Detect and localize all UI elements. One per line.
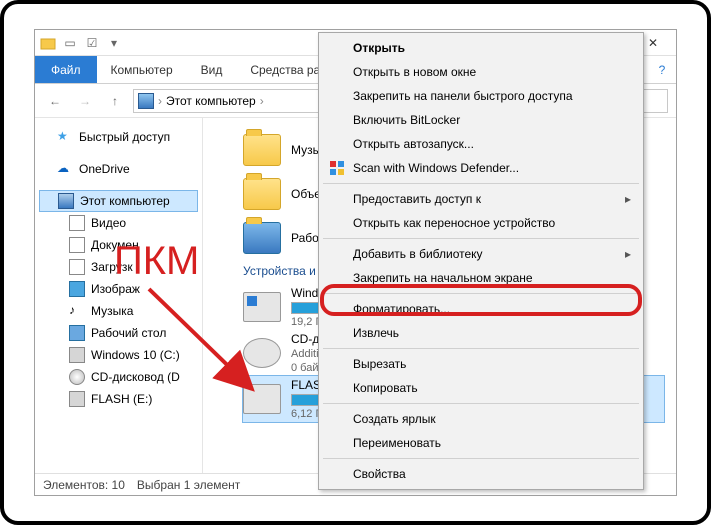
ctx-separator [323,293,639,294]
sidebar-item-onedrive[interactable]: ☁OneDrive [39,158,198,180]
folder-icon [243,134,281,166]
cd-icon [69,369,85,385]
ctx-share-access[interactable]: Предоставить доступ к▸ [321,187,641,211]
pc-icon [138,93,154,109]
cd-drive-icon [243,338,281,368]
video-icon [69,215,85,231]
ctx-format[interactable]: Форматировать... [321,297,641,321]
nav-back-button[interactable]: ← [43,89,67,113]
properties-icon[interactable]: ▭ [61,34,79,52]
sidebar-item-pictures[interactable]: Изображ [39,278,198,300]
flash-icon [69,391,85,407]
navigation-pane: ★Быстрый доступ ☁OneDrive Этот компьютер… [35,118,203,473]
shield-icon [329,160,345,176]
sidebar-item-windows-c[interactable]: Windows 10 (C:) [39,344,198,366]
desktop-folder-icon [243,222,281,254]
sidebar-item-cd-d[interactable]: CD-дисковод (D [39,366,198,388]
ctx-separator [323,458,639,459]
windows-drive-icon [243,292,281,322]
tab-computer[interactable]: Компьютер [97,56,187,83]
ctx-cut[interactable]: Вырезать [321,352,641,376]
star-icon: ★ [57,129,73,145]
ctx-pin-start[interactable]: Закрепить на начальном экране [321,266,641,290]
ctx-add-library[interactable]: Добавить в библиотеку▸ [321,242,641,266]
sidebar-item-video[interactable]: Видео [39,212,198,234]
nav-up-button[interactable]: ↑ [103,89,127,113]
document-icon [69,237,85,253]
picture-icon [69,281,85,297]
ctx-bitlocker[interactable]: Включить BitLocker [321,108,641,132]
pc-icon [58,193,74,209]
sidebar-item-documents[interactable]: Докумен [39,234,198,256]
submenu-arrow-icon: ▸ [625,192,631,206]
sidebar-item-flash-e[interactable]: FLASH (E:) [39,388,198,410]
context-menu: Открыть Открыть в новом окне Закрепить н… [318,32,644,490]
ctx-rename[interactable]: Переименовать [321,431,641,455]
help-icon[interactable]: ? [648,56,676,83]
ctx-open-portable[interactable]: Открыть как переносное устройство [321,211,641,235]
ctx-separator [323,238,639,239]
drive-icon [69,347,85,363]
tab-view[interactable]: Вид [187,56,237,83]
sidebar-item-quick-access[interactable]: ★Быстрый доступ [39,126,198,148]
ctx-open[interactable]: Открыть [321,36,641,60]
ctx-separator [323,348,639,349]
flash-drive-icon [243,384,281,414]
ctx-open-new-window[interactable]: Открыть в новом окне [321,60,641,84]
ctx-windows-defender[interactable]: Scan with Windows Defender... [321,156,641,180]
status-count: Элементов: 10 [43,478,125,492]
ctx-copy[interactable]: Копировать [321,376,641,400]
ctx-pin-quick-access[interactable]: Закрепить на панели быстрого доступа [321,84,641,108]
ctx-eject[interactable]: Извлечь [321,321,641,345]
status-selected: Выбран 1 элемент [137,478,240,492]
download-icon [69,259,85,275]
nav-forward-button[interactable]: → [73,89,97,113]
desktop-icon [69,325,85,341]
ctx-autoplay[interactable]: Открыть автозапуск... [321,132,641,156]
dropdown-icon[interactable]: ▾ [105,34,123,52]
checkbox-icon[interactable]: ☑ [83,34,101,52]
sidebar-item-downloads[interactable]: Загрузк [39,256,198,278]
breadcrumb-this-pc[interactable]: Этот компьютер [166,94,256,108]
submenu-arrow-icon: ▸ [625,247,631,261]
tab-file[interactable]: Файл [35,56,97,83]
ctx-create-shortcut[interactable]: Создать ярлык [321,407,641,431]
sidebar-item-this-pc[interactable]: Этот компьютер [39,190,198,212]
cloud-icon: ☁ [57,161,73,177]
sidebar-item-desktop[interactable]: Рабочий стол [39,322,198,344]
music-icon: ♪ [69,303,85,319]
folder-icon [243,178,281,210]
ctx-separator [323,403,639,404]
folder-icon[interactable] [39,34,57,52]
sidebar-item-music[interactable]: ♪Музыка [39,300,198,322]
ctx-properties[interactable]: Свойства [321,462,641,486]
ctx-separator [323,183,639,184]
